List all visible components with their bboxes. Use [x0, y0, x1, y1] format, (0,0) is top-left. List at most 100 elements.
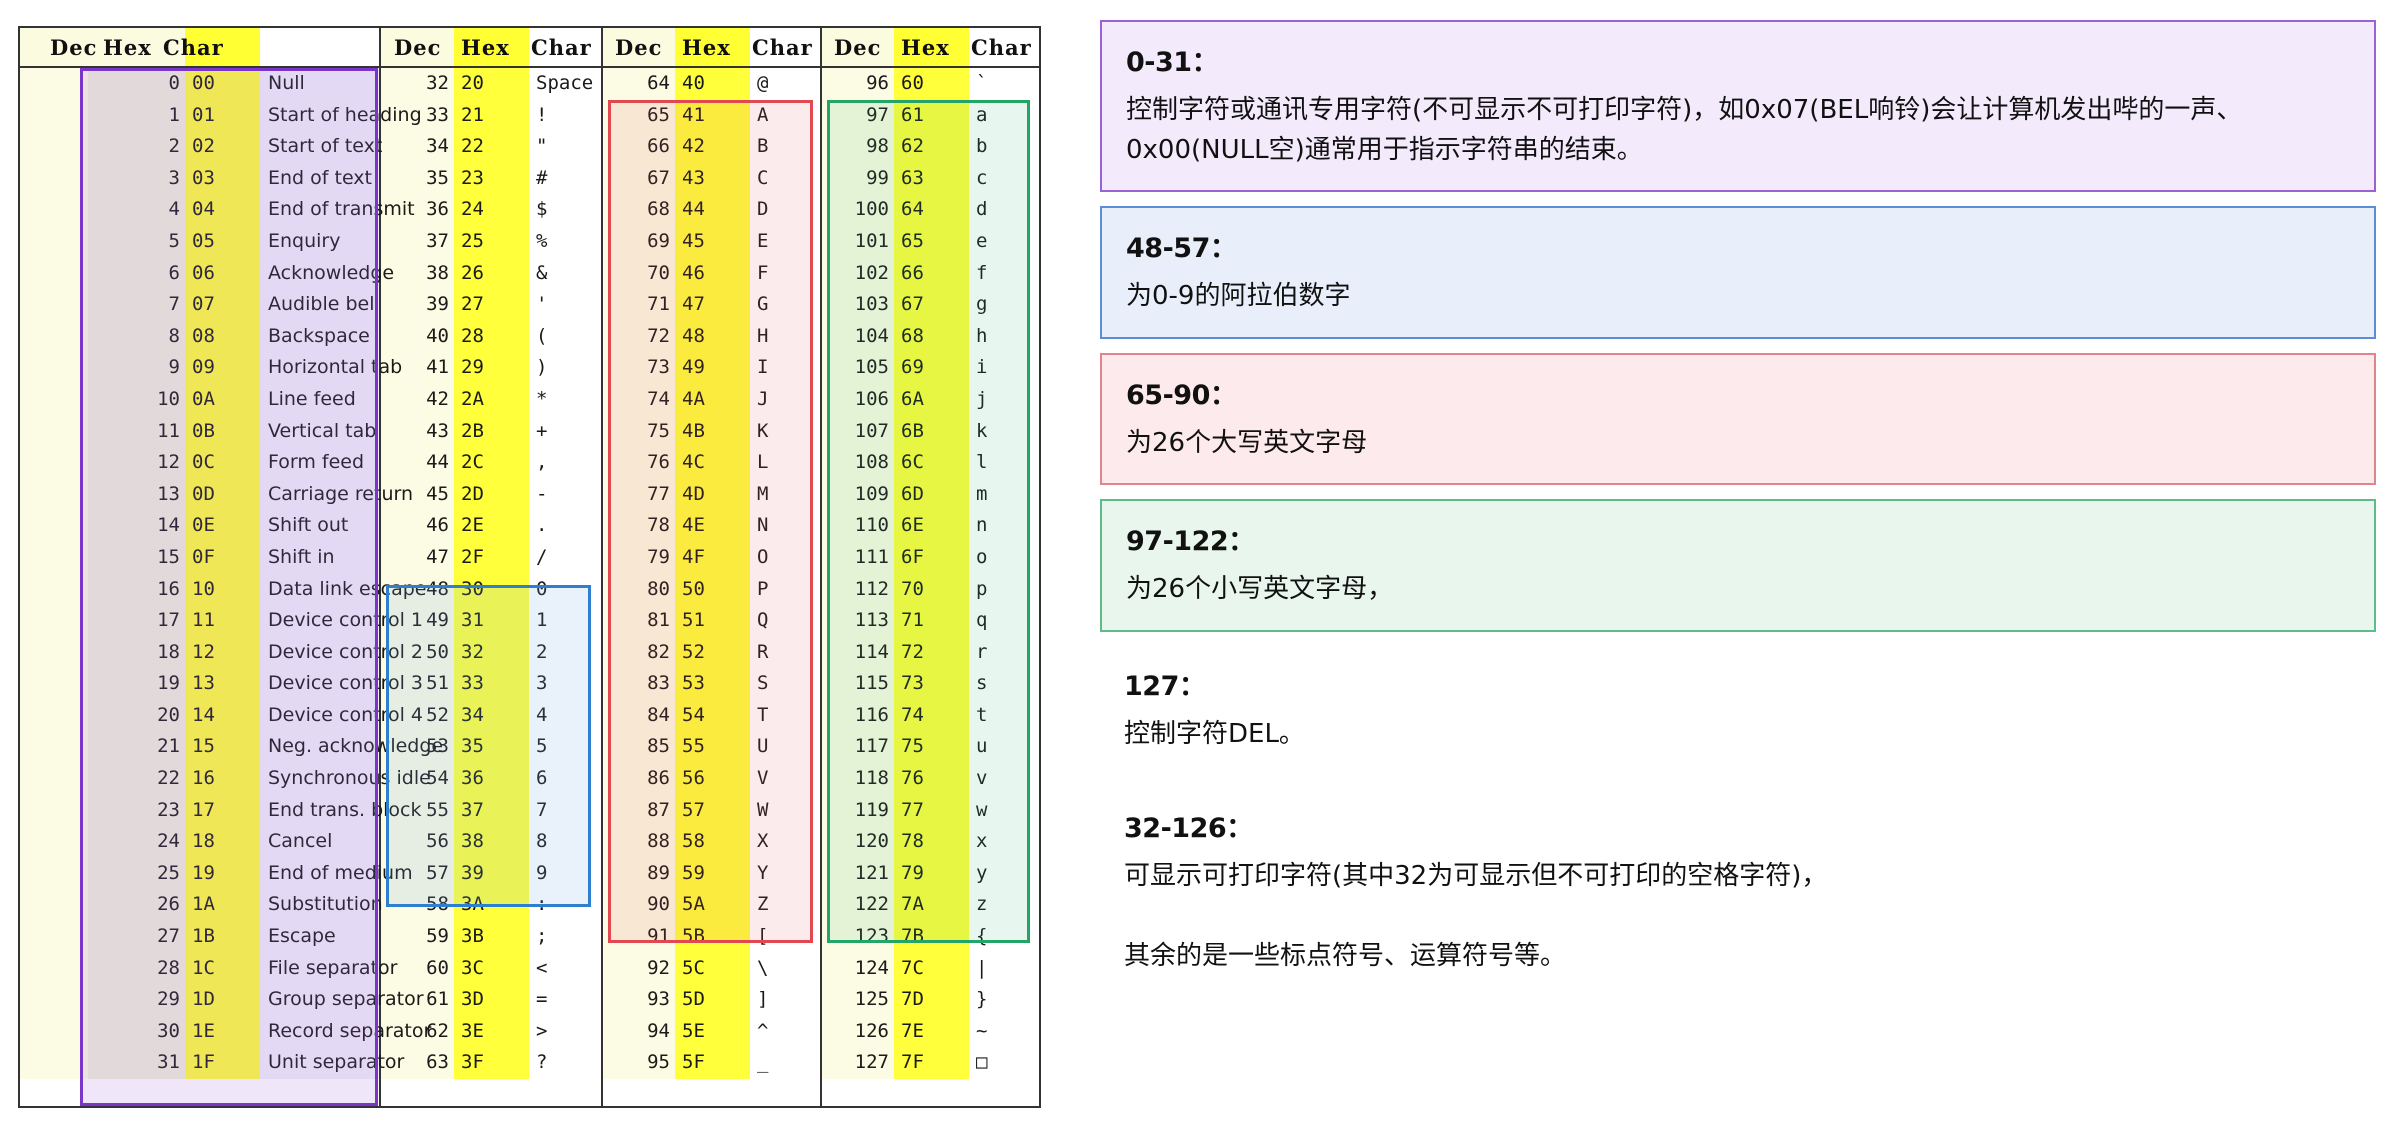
- cell-hex: 27: [461, 289, 484, 321]
- cell-dec: 108: [822, 447, 889, 479]
- cell-char: ]: [757, 984, 768, 1016]
- cell-hex: 5B: [682, 921, 705, 953]
- cell-dec: 30: [20, 1016, 180, 1048]
- cell-dec: 14: [20, 510, 180, 542]
- cell-char: p: [976, 574, 987, 606]
- cell-hex: 22: [461, 131, 484, 163]
- cell-dec: 74: [603, 384, 670, 416]
- cell-char: g: [976, 289, 987, 321]
- cell-hex: 2D: [461, 479, 484, 511]
- note-body: 控制字符DEL。: [1124, 715, 2352, 755]
- cell-char: G: [757, 289, 768, 321]
- cell-hex: 41: [682, 100, 705, 132]
- cell-char: *: [536, 384, 547, 416]
- cell-dec: 50: [381, 637, 449, 669]
- table-row: 271BEscape: [20, 921, 379, 953]
- cell-hex: 29: [461, 352, 484, 384]
- cell-char: $: [536, 194, 547, 226]
- cell-char: Vertical tab: [268, 416, 376, 448]
- table-row: 7248H: [603, 321, 820, 353]
- header-label-hex: Hex: [103, 28, 152, 68]
- table-row: 303End of text: [20, 163, 379, 195]
- table-row: 945E^: [603, 1016, 820, 1048]
- table-row: 2418Cancel: [20, 826, 379, 858]
- cell-dec: 86: [603, 763, 670, 795]
- cell-dec: 12: [20, 447, 180, 479]
- cell-dec: 117: [822, 731, 889, 763]
- cell-hex: 0F: [192, 542, 215, 574]
- cell-hex: 44: [682, 194, 705, 226]
- note-card: 48-57：为0-9的阿拉伯数字: [1100, 206, 2376, 339]
- cell-hex: 73: [901, 668, 924, 700]
- cell-char: End of text: [268, 163, 372, 195]
- table-row: 150FShift in: [20, 542, 379, 574]
- cell-dec: 60: [381, 953, 449, 985]
- cell-dec: 2: [20, 131, 180, 163]
- cell-dec: 120: [822, 826, 889, 858]
- cell-hex: 6A: [901, 384, 924, 416]
- cell-hex: 12: [192, 637, 215, 669]
- table-row: 1096Dm: [822, 479, 1039, 511]
- cell-char: ;: [536, 921, 547, 953]
- table-row: 472F/: [381, 542, 601, 574]
- cell-char: d: [976, 194, 987, 226]
- note-card: 0-31：控制字符或通讯专用字符(不可显示不可打印字符)，如0x07(BEL响铃…: [1100, 20, 2376, 192]
- table-row: 1267E~: [822, 1016, 1039, 1048]
- cell-dec: 44: [381, 447, 449, 479]
- cell-dec: 88: [603, 826, 670, 858]
- cell-hex: 3E: [461, 1016, 484, 1048]
- column-3-header: Dec Hex Char: [603, 28, 820, 68]
- header-label-char: Char: [531, 28, 592, 68]
- cell-dec: 71: [603, 289, 670, 321]
- table-row: 3725%: [381, 226, 601, 258]
- cell-hex: 7C: [901, 953, 924, 985]
- ascii-column-1: Dec Hex Char 000Null101Start of heading2…: [20, 28, 381, 1106]
- note-card: 32-126：可显示可打印字符(其中32为可显示但不可打印的空格字符)，其余的是…: [1100, 788, 2376, 996]
- cell-hex: 00: [192, 68, 215, 100]
- table-row: 130DCarriage return: [20, 479, 379, 511]
- table-row: 140EShift out: [20, 510, 379, 542]
- cell-hex: 33: [461, 668, 484, 700]
- table-row: 6642B: [603, 131, 820, 163]
- note-paragraph: 控制字符或通讯专用字符(不可显示不可打印字符)，如0x07(BEL响铃)会让计算…: [1126, 91, 2350, 170]
- table-row: 000Null: [20, 68, 379, 100]
- cell-hex: 02: [192, 131, 215, 163]
- cell-char: l: [976, 447, 987, 479]
- cell-hex: 10: [192, 574, 215, 606]
- cell-dec: 82: [603, 637, 670, 669]
- column-1-body: 000Null101Start of heading202Start of te…: [20, 68, 379, 1079]
- cell-char: S: [757, 668, 768, 700]
- cell-hex: 76: [901, 763, 924, 795]
- table-row: 56388: [381, 826, 601, 858]
- table-row: 2519End of medium: [20, 858, 379, 890]
- cell-dec: 27: [20, 921, 180, 953]
- cell-hex: 20: [461, 68, 484, 100]
- table-row: 54366: [381, 763, 601, 795]
- table-row: 11371q: [822, 605, 1039, 637]
- cell-hex: 55: [682, 731, 705, 763]
- ascii-reference-page: Dec Hex Char 000Null101Start of heading2…: [0, 0, 2396, 1128]
- cell-dec: 10: [20, 384, 180, 416]
- cell-hex: 1C: [192, 953, 215, 985]
- cell-hex: 64: [901, 194, 924, 226]
- cell-hex: 72: [901, 637, 924, 669]
- cell-dec: 115: [822, 668, 889, 700]
- cell-hex: 37: [461, 795, 484, 827]
- note-card: 127：控制字符DEL。: [1100, 646, 2376, 775]
- cell-dec: 20: [20, 700, 180, 732]
- cell-dec: 32: [381, 68, 449, 100]
- cell-char: (: [536, 321, 547, 353]
- cell-dec: 102: [822, 258, 889, 290]
- cell-dec: 26: [20, 889, 180, 921]
- table-row: 3321!: [381, 100, 601, 132]
- table-row: 925C\: [603, 953, 820, 985]
- table-row: 633F?: [381, 1047, 601, 1079]
- table-row: 11876v: [822, 763, 1039, 795]
- table-row: 603C<: [381, 953, 601, 985]
- cell-hex: 28: [461, 321, 484, 353]
- cell-char: Form feed: [268, 447, 364, 479]
- cell-hex: 3B: [461, 921, 484, 953]
- cell-dec: 81: [603, 605, 670, 637]
- cell-dec: 53: [381, 731, 449, 763]
- cell-char: Line feed: [268, 384, 356, 416]
